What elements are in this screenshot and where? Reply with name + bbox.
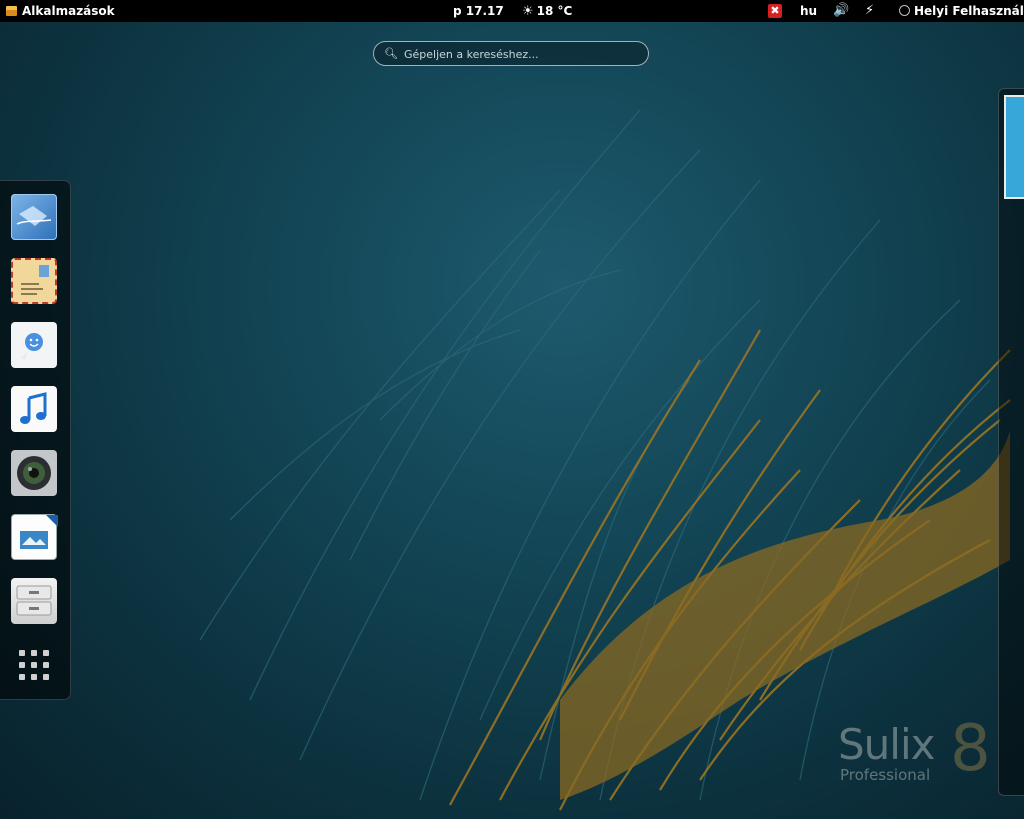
- network-icon[interactable]: ⚡: [865, 0, 874, 22]
- search-input[interactable]: [402, 44, 646, 65]
- wallpaper: [199, 109, 1011, 811]
- weather-temperature: 18 °C: [536, 4, 573, 18]
- volume-icon[interactable]: 🔊: [833, 0, 849, 22]
- file-manager-icon[interactable]: [11, 578, 57, 624]
- keyboard-layout-indicator[interactable]: hu: [800, 0, 817, 22]
- weather-indicator[interactable]: ☀ 18 °C: [522, 0, 572, 22]
- applications-icon: [6, 6, 17, 16]
- presentation-icon[interactable]: [11, 514, 58, 560]
- clock[interactable]: p 17.17: [453, 0, 504, 22]
- mail-icon[interactable]: [11, 258, 57, 304]
- workspace-thumbnail[interactable]: [1004, 95, 1024, 199]
- applications-menu[interactable]: Alkalmazások: [6, 0, 115, 22]
- top-bar: Alkalmazások p 17.17 ☀ 18 °C ✖ hu 🔊 ⚡ Hel…: [0, 0, 1024, 22]
- camera-icon[interactable]: [11, 450, 57, 496]
- show-applications-icon[interactable]: [11, 642, 57, 688]
- search-box[interactable]: 🔍︎: [373, 41, 649, 66]
- search-icon: 🔍︎: [384, 47, 398, 60]
- logo-version: 8: [950, 712, 991, 786]
- chat-icon[interactable]: [11, 322, 57, 368]
- weather-sun-icon: ☀: [522, 4, 534, 19]
- error-indicator-icon[interactable]: ✖: [768, 4, 782, 18]
- user-status-icon: [899, 5, 910, 16]
- logo-edition: Professional: [840, 766, 931, 784]
- web-browser-icon[interactable]: [11, 194, 57, 240]
- user-menu[interactable]: Helyi Felhasználó: [899, 0, 1024, 22]
- logo-name: Sulix: [838, 720, 935, 769]
- workspace-switcher: [998, 88, 1024, 796]
- music-icon[interactable]: [11, 386, 57, 432]
- user-name: Helyi Felhasználó: [914, 4, 1024, 18]
- applications-label: Alkalmazások: [22, 4, 115, 18]
- dash: [0, 180, 71, 700]
